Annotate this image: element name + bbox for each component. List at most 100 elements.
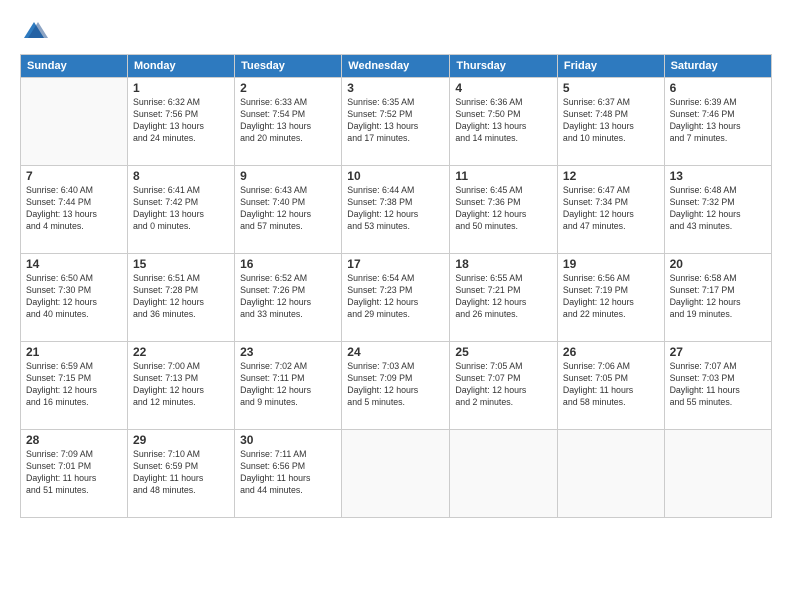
day-number: 12 [563, 169, 659, 183]
calendar-cell: 2 Sunrise: 6:33 AM Sunset: 7:54 PM Daylig… [235, 78, 342, 166]
day-number: 4 [455, 81, 552, 95]
calendar-week-1: 7 Sunrise: 6:40 AM Sunset: 7:44 PM Daylig… [21, 166, 772, 254]
day-number: 19 [563, 257, 659, 271]
calendar-cell [557, 430, 664, 518]
day-info: Sunrise: 6:55 AM Sunset: 7:21 PM Dayligh… [455, 273, 552, 321]
day-info: Sunrise: 6:51 AM Sunset: 7:28 PM Dayligh… [133, 273, 229, 321]
calendar-cell: 20 Sunrise: 6:58 AM Sunset: 7:17 PM Dayli… [664, 254, 771, 342]
day-info: Sunrise: 7:09 AM Sunset: 7:01 PM Dayligh… [26, 449, 122, 497]
calendar-cell: 24 Sunrise: 7:03 AM Sunset: 7:09 PM Dayli… [342, 342, 450, 430]
calendar-cell: 7 Sunrise: 6:40 AM Sunset: 7:44 PM Daylig… [21, 166, 128, 254]
calendar-cell: 16 Sunrise: 6:52 AM Sunset: 7:26 PM Dayli… [235, 254, 342, 342]
calendar-cell: 21Sunrise: 6:59 AM Sunset: 7:15 PM Dayli… [21, 342, 128, 430]
calendar-week-0: 1 Sunrise: 6:32 AM Sunset: 7:56 PM Daylig… [21, 78, 772, 166]
calendar-cell: 29 Sunrise: 7:10 AM Sunset: 6:59 PM Dayli… [128, 430, 235, 518]
calendar-cell: 26 Sunrise: 7:06 AM Sunset: 7:05 PM Dayli… [557, 342, 664, 430]
day-info: Sunrise: 6:56 AM Sunset: 7:19 PM Dayligh… [563, 273, 659, 321]
calendar-cell: 5Sunrise: 6:37 AM Sunset: 7:48 PM Daylig… [557, 78, 664, 166]
day-number: 7 [26, 169, 122, 183]
column-header-wednesday: Wednesday [342, 55, 450, 78]
day-info: Sunrise: 6:40 AM Sunset: 7:44 PM Dayligh… [26, 185, 122, 233]
day-info: Sunrise: 6:33 AM Sunset: 7:54 PM Dayligh… [240, 97, 336, 145]
column-header-monday: Monday [128, 55, 235, 78]
calendar-cell: 10 Sunrise: 6:44 AM Sunset: 7:38 PM Dayli… [342, 166, 450, 254]
day-number: 1 [133, 81, 229, 95]
day-info: Sunrise: 7:07 AM Sunset: 7:03 PM Dayligh… [670, 361, 766, 409]
day-info: Sunrise: 6:58 AM Sunset: 7:17 PM Dayligh… [670, 273, 766, 321]
day-number: 20 [670, 257, 766, 271]
calendar-cell: 15 Sunrise: 6:51 AM Sunset: 7:28 PM Dayli… [128, 254, 235, 342]
day-info: Sunrise: 6:36 AM Sunset: 7:50 PM Dayligh… [455, 97, 552, 145]
day-info: Sunrise: 6:35 AM Sunset: 7:52 PM Dayligh… [347, 97, 444, 145]
day-number: 25 [455, 345, 552, 359]
day-number: 3 [347, 81, 444, 95]
day-info: Sunrise: 7:11 AM Sunset: 6:56 PM Dayligh… [240, 449, 336, 497]
day-number: 30 [240, 433, 336, 447]
calendar-cell: 9 Sunrise: 6:43 AM Sunset: 7:40 PM Daylig… [235, 166, 342, 254]
calendar-week-2: 14Sunrise: 6:50 AM Sunset: 7:30 PM Dayli… [21, 254, 772, 342]
day-number: 6 [670, 81, 766, 95]
day-number: 10 [347, 169, 444, 183]
day-info: Sunrise: 6:37 AM Sunset: 7:48 PM Dayligh… [563, 97, 659, 145]
day-number: 8 [133, 169, 229, 183]
logo [20, 18, 52, 46]
day-number: 11 [455, 169, 552, 183]
day-info: Sunrise: 7:00 AM Sunset: 7:13 PM Dayligh… [133, 361, 229, 409]
day-info: Sunrise: 6:43 AM Sunset: 7:40 PM Dayligh… [240, 185, 336, 233]
day-info: Sunrise: 7:06 AM Sunset: 7:05 PM Dayligh… [563, 361, 659, 409]
calendar-cell: 6 Sunrise: 6:39 AM Sunset: 7:46 PM Daylig… [664, 78, 771, 166]
calendar-week-3: 21Sunrise: 6:59 AM Sunset: 7:15 PM Dayli… [21, 342, 772, 430]
day-number: 23 [240, 345, 336, 359]
day-number: 26 [563, 345, 659, 359]
day-info: Sunrise: 7:05 AM Sunset: 7:07 PM Dayligh… [455, 361, 552, 409]
column-header-saturday: Saturday [664, 55, 771, 78]
day-number: 24 [347, 345, 444, 359]
calendar-cell: 3 Sunrise: 6:35 AM Sunset: 7:52 PM Daylig… [342, 78, 450, 166]
calendar-cell [342, 430, 450, 518]
calendar-cell: 11Sunrise: 6:45 AM Sunset: 7:36 PM Dayli… [450, 166, 558, 254]
calendar-cell: 28 Sunrise: 7:09 AM Sunset: 7:01 PM Dayli… [21, 430, 128, 518]
day-number: 13 [670, 169, 766, 183]
calendar-cell: 23Sunrise: 7:02 AM Sunset: 7:11 PM Dayli… [235, 342, 342, 430]
day-info: Sunrise: 6:54 AM Sunset: 7:23 PM Dayligh… [347, 273, 444, 321]
day-number: 2 [240, 81, 336, 95]
column-header-tuesday: Tuesday [235, 55, 342, 78]
calendar-cell: 4 Sunrise: 6:36 AM Sunset: 7:50 PM Daylig… [450, 78, 558, 166]
day-info: Sunrise: 6:32 AM Sunset: 7:56 PM Dayligh… [133, 97, 229, 145]
day-number: 18 [455, 257, 552, 271]
logo-icon [20, 18, 48, 46]
day-info: Sunrise: 6:48 AM Sunset: 7:32 PM Dayligh… [670, 185, 766, 233]
calendar-cell: 14Sunrise: 6:50 AM Sunset: 7:30 PM Dayli… [21, 254, 128, 342]
day-number: 16 [240, 257, 336, 271]
calendar-cell: 18 Sunrise: 6:55 AM Sunset: 7:21 PM Dayli… [450, 254, 558, 342]
day-info: Sunrise: 6:44 AM Sunset: 7:38 PM Dayligh… [347, 185, 444, 233]
day-info: Sunrise: 7:03 AM Sunset: 7:09 PM Dayligh… [347, 361, 444, 409]
calendar-cell: 1 Sunrise: 6:32 AM Sunset: 7:56 PM Daylig… [128, 78, 235, 166]
day-number: 28 [26, 433, 122, 447]
calendar-cell: 25 Sunrise: 7:05 AM Sunset: 7:07 PM Dayli… [450, 342, 558, 430]
day-info: Sunrise: 6:50 AM Sunset: 7:30 PM Dayligh… [26, 273, 122, 321]
day-number: 9 [240, 169, 336, 183]
calendar-cell [450, 430, 558, 518]
day-info: Sunrise: 6:52 AM Sunset: 7:26 PM Dayligh… [240, 273, 336, 321]
calendar-week-4: 28 Sunrise: 7:09 AM Sunset: 7:01 PM Dayli… [21, 430, 772, 518]
column-header-thursday: Thursday [450, 55, 558, 78]
calendar-cell: 27 Sunrise: 7:07 AM Sunset: 7:03 PM Dayli… [664, 342, 771, 430]
day-info: Sunrise: 6:39 AM Sunset: 7:46 PM Dayligh… [670, 97, 766, 145]
day-number: 27 [670, 345, 766, 359]
day-number: 15 [133, 257, 229, 271]
day-info: Sunrise: 7:10 AM Sunset: 6:59 PM Dayligh… [133, 449, 229, 497]
header [20, 18, 772, 46]
calendar-cell: 8Sunrise: 6:41 AM Sunset: 7:42 PM Daylig… [128, 166, 235, 254]
day-number: 29 [133, 433, 229, 447]
calendar-cell [664, 430, 771, 518]
page: SundayMondayTuesdayWednesdayThursdayFrid… [0, 0, 792, 612]
calendar-cell: 22 Sunrise: 7:00 AM Sunset: 7:13 PM Dayli… [128, 342, 235, 430]
calendar-cell [21, 78, 128, 166]
day-number: 22 [133, 345, 229, 359]
calendar-cell: 17 Sunrise: 6:54 AM Sunset: 7:23 PM Dayli… [342, 254, 450, 342]
column-header-friday: Friday [557, 55, 664, 78]
calendar-cell: 19 Sunrise: 6:56 AM Sunset: 7:19 PM Dayli… [557, 254, 664, 342]
day-number: 17 [347, 257, 444, 271]
day-info: Sunrise: 6:47 AM Sunset: 7:34 PM Dayligh… [563, 185, 659, 233]
